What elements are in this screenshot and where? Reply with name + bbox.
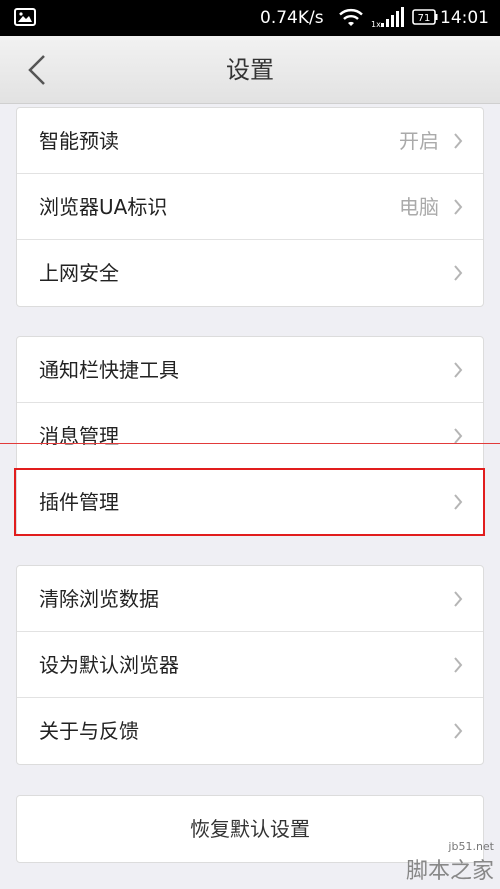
setting-about-feedback[interactable]: 关于与反馈 bbox=[17, 698, 483, 764]
settings-group-data: 清除浏览数据 设为默认浏览器 关于与反馈 bbox=[16, 565, 484, 765]
clock: 14:01 bbox=[440, 8, 489, 28]
setting-label: 消息管理 bbox=[39, 424, 119, 448]
watermark-site: jb51.net bbox=[448, 840, 494, 853]
watermark-name: 脚本之家 bbox=[405, 859, 494, 884]
chevron-right-icon bbox=[453, 265, 463, 285]
setting-label: 上网安全 bbox=[39, 261, 119, 285]
setting-browser-ua[interactable]: 浏览器UA标识 电脑 bbox=[17, 174, 483, 240]
settings-group-browsing: 智能预读 开启 浏览器UA标识 电脑 上网安全 bbox=[16, 107, 484, 307]
annotation-line bbox=[0, 443, 500, 444]
setting-notification-shortcuts[interactable]: 通知栏快捷工具 bbox=[17, 337, 483, 403]
chevron-right-icon bbox=[453, 199, 463, 219]
wifi-icon bbox=[339, 8, 363, 33]
setting-web-security[interactable]: 上网安全 bbox=[17, 240, 483, 306]
settings-group-tools: 通知栏快捷工具 消息管理 插件管理 bbox=[16, 336, 484, 536]
watermark: jb51.net 脚本之家 bbox=[406, 840, 494, 885]
setting-label: 关于与反馈 bbox=[39, 719, 139, 743]
battery-icon: 71 bbox=[412, 9, 438, 30]
setting-value: 开启 bbox=[399, 129, 439, 153]
battery-level: 71 bbox=[418, 13, 431, 24]
setting-smart-preload[interactable]: 智能预读 开启 bbox=[17, 108, 483, 174]
setting-label: 通知栏快捷工具 bbox=[39, 358, 179, 382]
cell-signal-icon: 1x bbox=[371, 7, 407, 34]
chevron-right-icon bbox=[453, 723, 463, 743]
setting-message-management[interactable]: 消息管理 bbox=[17, 403, 483, 469]
gallery-notification-icon bbox=[14, 8, 36, 31]
setting-label: 清除浏览数据 bbox=[39, 587, 159, 611]
setting-label: 智能预读 bbox=[39, 129, 119, 153]
chevron-right-icon bbox=[453, 133, 463, 153]
chevron-right-icon bbox=[453, 494, 463, 514]
setting-value: 电脑 bbox=[399, 195, 439, 219]
chevron-right-icon bbox=[453, 591, 463, 611]
signal-type-label: 1x bbox=[371, 20, 381, 29]
chevron-right-icon bbox=[453, 428, 463, 448]
setting-label: 插件管理 bbox=[39, 490, 119, 514]
network-speed: 0.74K/s bbox=[260, 8, 324, 28]
title-bar: 设置 bbox=[0, 36, 500, 104]
chevron-right-icon bbox=[453, 362, 463, 382]
setting-clear-browsing-data[interactable]: 清除浏览数据 bbox=[17, 566, 483, 632]
setting-label: 设为默认浏览器 bbox=[39, 653, 179, 677]
page-title: 设置 bbox=[226, 56, 274, 84]
setting-plugin-management[interactable]: 插件管理 bbox=[17, 469, 483, 535]
status-bar: 0.74K/s 1x 71 14:01 bbox=[0, 0, 500, 36]
setting-default-browser[interactable]: 设为默认浏览器 bbox=[17, 632, 483, 698]
setting-label: 浏览器UA标识 bbox=[39, 195, 168, 219]
chevron-right-icon bbox=[453, 657, 463, 677]
